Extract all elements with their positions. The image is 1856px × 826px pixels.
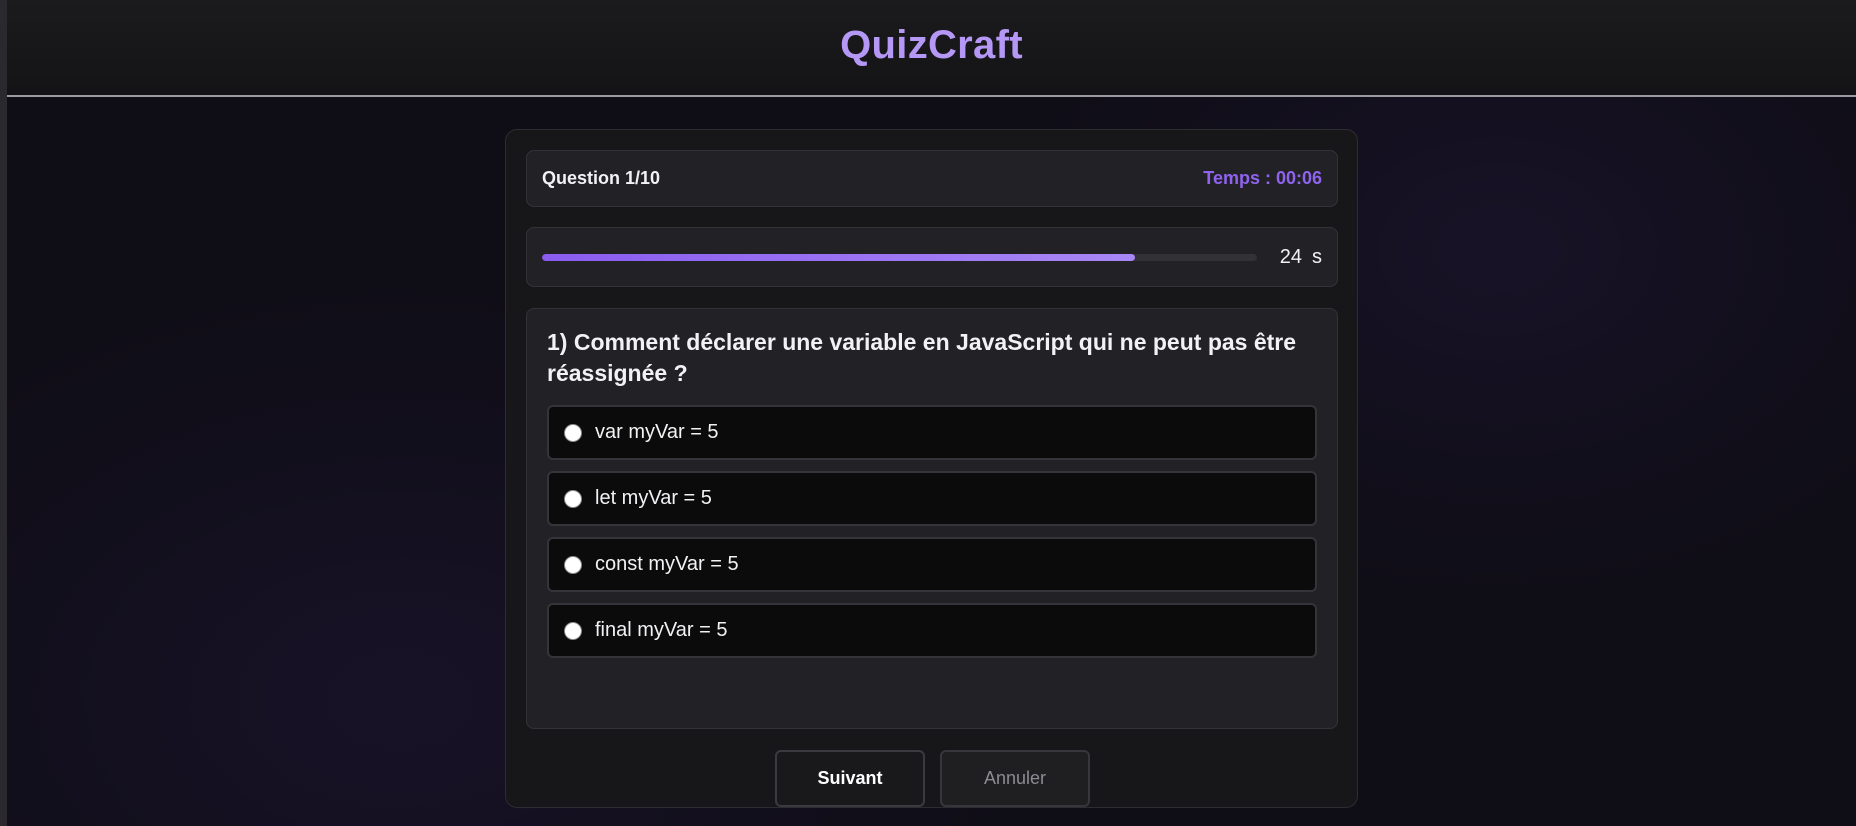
answer-option-label: final myVar = 5 [595, 619, 728, 641]
answer-option[interactable]: var myVar = 5 [547, 405, 1317, 460]
question-counter: Question 1/10 [542, 168, 661, 188]
window-edge [0, 0, 7, 826]
countdown-unit: s [1312, 246, 1322, 268]
app-logo-text: QuizCraft [840, 23, 1023, 67]
answer-option[interactable]: final myVar = 5 [547, 603, 1317, 658]
answer-option[interactable]: let myVar = 5 [547, 471, 1317, 526]
question-panel: 1) Comment déclarer une variable en Java… [526, 308, 1338, 729]
countdown-panel: 24 s [526, 227, 1338, 287]
question-text: 1) Comment déclarer une variable en Java… [547, 329, 1297, 386]
radio-button[interactable] [564, 423, 582, 442]
answer-option[interactable]: const myVar = 5 [547, 537, 1317, 592]
answer-option-label: const myVar = 5 [595, 553, 739, 575]
quiz-card: Question 1/10 Temps : 00:06 24 s 1) Comme… [505, 129, 1358, 808]
countdown-seconds: 24 s [1280, 228, 1322, 286]
countdown-progress-fill [542, 254, 1136, 261]
radio-button[interactable] [564, 621, 582, 640]
cancel-button[interactable]: Annuler [940, 750, 1090, 807]
answer-option-label: var myVar = 5 [595, 421, 719, 443]
countdown-value: 24 [1279, 246, 1302, 268]
elapsed-timer: Temps : 00:06 [1203, 168, 1322, 188]
next-button[interactable]: Suivant [775, 750, 925, 807]
countdown-progress-track [542, 254, 1257, 261]
answer-option-label: let myVar = 5 [595, 487, 712, 509]
radio-button[interactable] [564, 489, 582, 508]
quiz-header: Question 1/10 Temps : 00:06 [526, 150, 1338, 207]
top-bar: QuizCraft [7, 0, 1856, 97]
radio-button[interactable] [564, 555, 582, 574]
